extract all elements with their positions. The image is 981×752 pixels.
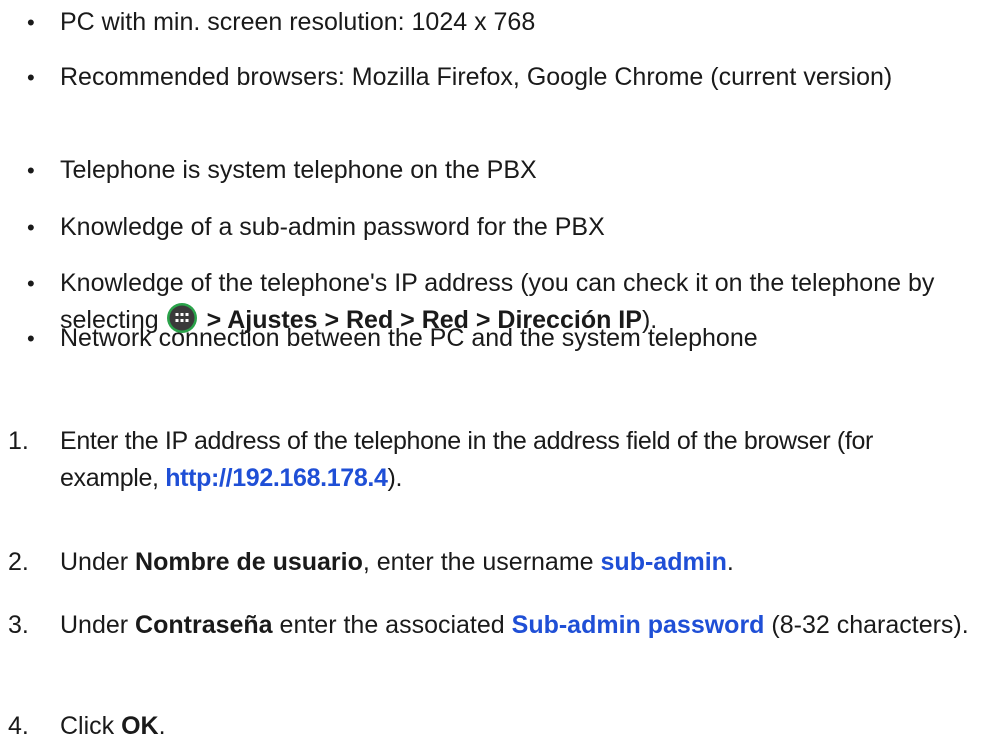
requirement-text: Knowledge of a sub-admin password for th…: [60, 213, 605, 241]
field-name: Contraseña: [135, 611, 273, 639]
requirement-text: PC with min. screen resolution: 1024 x 7…: [60, 8, 536, 36]
bullet: •: [27, 215, 35, 240]
bullet: •: [27, 10, 35, 35]
step-text: Under Nombre de usuario, enter the usern…: [60, 548, 734, 576]
step-number: 2.: [8, 548, 29, 576]
example-url-link[interactable]: http://192.168.178.4: [165, 464, 388, 492]
step-text: Enter the IP address of the telephone in…: [60, 427, 874, 492]
bullet: •: [27, 271, 35, 296]
password-link[interactable]: Sub-admin password: [512, 611, 765, 639]
requirement-text: Network connection between the PC and th…: [60, 324, 758, 352]
username-link[interactable]: sub-admin: [601, 548, 727, 576]
step-number: 4.: [8, 712, 29, 740]
bullet: •: [27, 65, 35, 90]
requirement-text: Telephone is system telephone on the PBX: [60, 156, 537, 184]
button-name: OK: [121, 712, 159, 740]
step-number: 3.: [8, 611, 29, 639]
field-name: Nombre de usuario: [135, 548, 363, 576]
step-text: Under Contraseña enter the associated Su…: [60, 611, 969, 639]
step-text: Click OK.: [60, 712, 166, 740]
step-number: 1.: [8, 427, 29, 455]
document-page: { "requirements": [ "PC with min. screen…: [0, 0, 981, 752]
bullet: •: [27, 326, 35, 351]
requirement-text: Recommended browsers: Mozilla Firefox, G…: [60, 63, 893, 91]
bullet: •: [27, 158, 35, 183]
